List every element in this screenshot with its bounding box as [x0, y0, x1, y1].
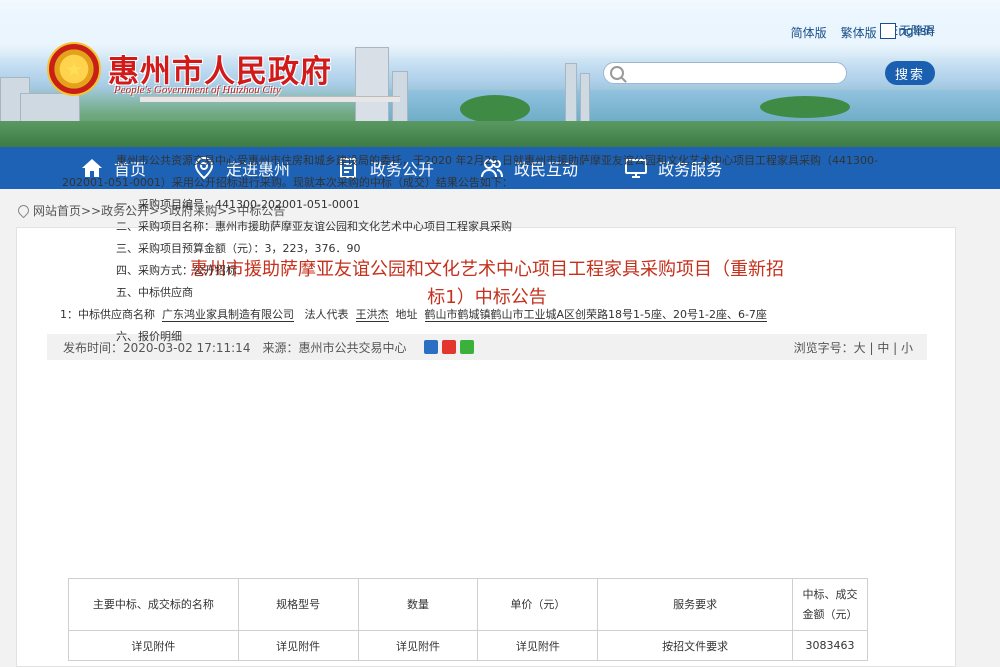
article-body: 惠州市公共资源交易中心受惠州市住房和城乡建设局的委托，于2020 年2月25 日…	[60, 150, 882, 348]
link-simplified[interactable]: 简体版	[791, 24, 827, 41]
accessibility-toggle[interactable]: 无障碍	[880, 22, 935, 39]
item-project-number: 一、采购项目编号：441300-202001-051-0001	[116, 198, 360, 211]
legal-label: 法人代表	[304, 308, 349, 321]
item-budget: 三、采购项目预算金额（元）：3，223，376．90	[116, 242, 361, 255]
bridge-image	[140, 96, 400, 102]
address-label: 地址	[395, 308, 418, 321]
table-header: 主要中标、成交标的名称	[68, 578, 239, 631]
table-cell: 详见附件	[477, 630, 599, 661]
item-project-name: 二、采购项目名称：惠州市援助萨摩亚友谊公园和文化艺术中心项目工程家具采购	[116, 220, 512, 233]
table-header: 服务要求	[597, 578, 793, 631]
intro-paragraph: 惠州市公共资源交易中心受惠州市住房和城乡建设局的委托，于2020 年2月25 日…	[62, 154, 878, 189]
accessibility-label: 无障碍	[899, 24, 936, 38]
table-cell: 3083463	[792, 630, 868, 661]
item-supplier-heading: 五、中标供应商	[116, 286, 193, 299]
search-input[interactable]	[630, 66, 846, 80]
supplier-address: 鹤山市鹤城镇鹤山市工业城A区创荣路18号1-5座、20号1-2座、6-7座	[424, 308, 767, 322]
accessibility-checkbox[interactable]	[880, 22, 896, 39]
building-image	[355, 47, 389, 127]
site-subtitle: People's Government of Huizhou City	[114, 84, 281, 96]
search-box	[603, 62, 847, 84]
tree-image	[760, 96, 850, 118]
supplier-prefix: 1：中标供应商名称	[60, 308, 155, 321]
link-traditional[interactable]: 繁体版	[841, 24, 877, 41]
price-table: 主要中标、成交标的名称 规格型号 数量 单价（元） 服务要求 中标、成交金额（元…	[68, 578, 868, 661]
item-method: 四、采购方式：公开招标	[116, 264, 237, 277]
ground-image	[0, 121, 1000, 147]
table-cell: 详见附件	[68, 630, 239, 661]
building-image	[565, 63, 577, 127]
table-header: 单价（元）	[477, 578, 599, 631]
building-image	[580, 73, 590, 127]
supplier-name: 广东鸿业家具制造有限公司	[162, 308, 294, 322]
supplier-line: 1：中标供应商名称 广东鸿业家具制造有限公司 法人代表 王洪杰 地址 鹤山市鹤城…	[60, 304, 882, 326]
tree-image	[460, 95, 530, 123]
header-banner: ★ 惠州市人民政府 People's Government of Huizhou…	[0, 0, 1000, 147]
item-price-detail: 六、报价明细	[116, 330, 182, 343]
table-cell: 按招文件要求	[597, 630, 793, 661]
table-header: 规格型号	[237, 578, 359, 631]
table-header: 数量	[357, 578, 479, 631]
table-header: 中标、成交金额（元）	[792, 578, 868, 631]
table-row: 详见附件 详见附件 详见附件 详见附件 按招文件要求 3083463	[68, 630, 868, 661]
location-icon	[15, 202, 32, 219]
legal-name: 王洪杰	[355, 308, 389, 322]
table-cell: 详见附件	[357, 630, 479, 661]
table-cell: 详见附件	[237, 630, 359, 661]
search-icon	[610, 66, 624, 80]
search-button[interactable]: 搜索	[885, 61, 935, 85]
national-emblem-icon: ★	[47, 42, 101, 96]
table-header-row: 主要中标、成交标的名称 规格型号 数量 单价（元） 服务要求 中标、成交金额（元…	[68, 578, 868, 631]
